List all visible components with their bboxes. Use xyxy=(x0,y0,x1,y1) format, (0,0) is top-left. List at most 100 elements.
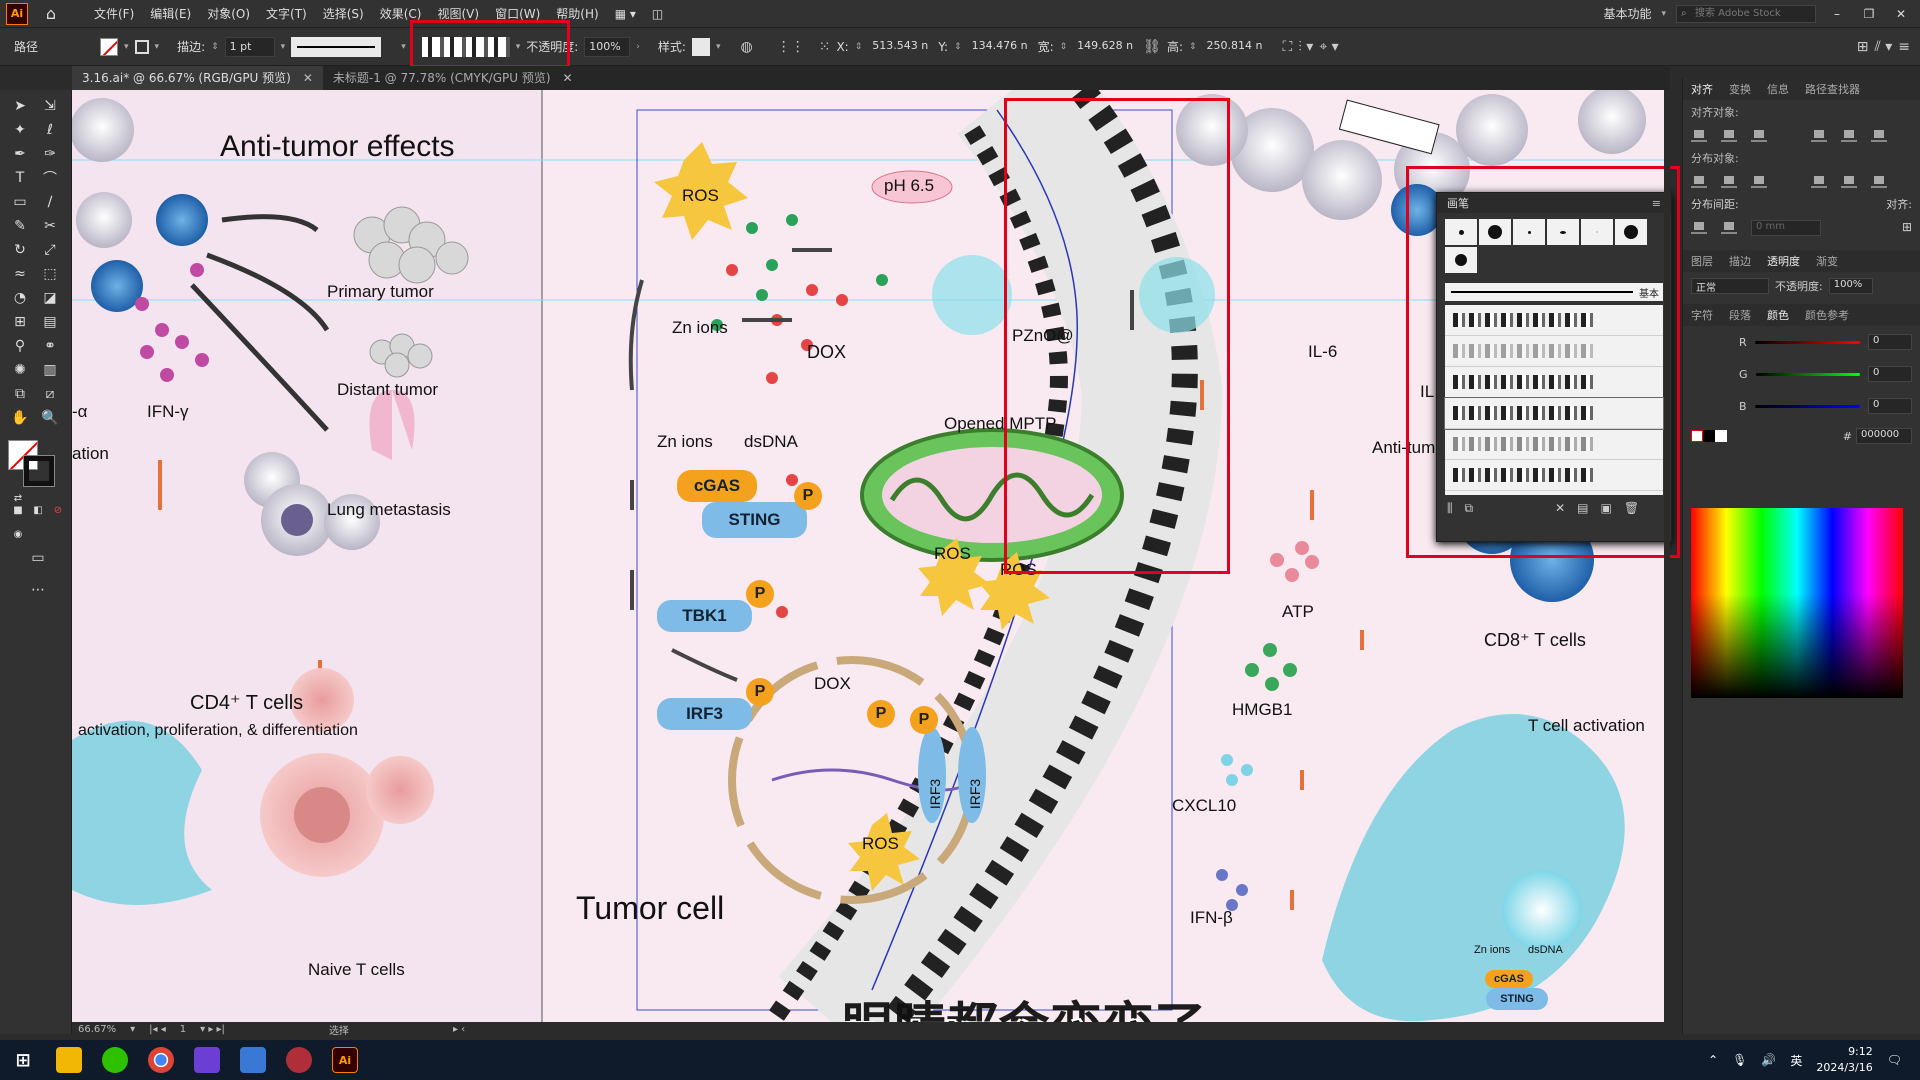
stepper-icon[interactable]: ⇕ xyxy=(954,42,962,52)
stroke-color-swatch[interactable] xyxy=(23,455,55,487)
distribute-right-icon[interactable] xyxy=(1871,174,1887,188)
tab-transform[interactable]: 变换 xyxy=(1721,81,1759,97)
menu-view[interactable]: 视图(V) xyxy=(429,0,487,28)
menu-effect[interactable]: 效果(C) xyxy=(372,0,430,28)
menu-edit[interactable]: 编辑(E) xyxy=(142,0,199,28)
recolor-icon[interactable]: ◍ xyxy=(740,39,752,55)
hex-field[interactable]: 000000 xyxy=(1856,428,1912,444)
distribute-hcenter-icon[interactable] xyxy=(1841,174,1857,188)
g-slider[interactable] xyxy=(1755,372,1860,376)
transform-icon[interactable]: ⛶ xyxy=(1283,39,1293,55)
align-to-dropdown-icon[interactable]: ⊞ xyxy=(1902,220,1912,236)
arrange-documents-icon[interactable]: ▦ ▾ xyxy=(607,0,644,28)
align-center-icon[interactable] xyxy=(1721,128,1737,142)
blend-tool-icon[interactable]: ⚭ xyxy=(40,336,60,356)
brushes-panel-header[interactable]: 画笔 ≡ xyxy=(1437,193,1671,213)
transform-points-icon[interactable]: ⁙ xyxy=(819,39,831,55)
rotate-tool-icon[interactable]: ↻ xyxy=(10,240,30,260)
chevron-up-icon[interactable]: ⌃ xyxy=(1708,1053,1718,1067)
blend-mode-select[interactable]: 正常 xyxy=(1691,278,1769,294)
distribute-left-icon[interactable] xyxy=(1811,174,1827,188)
arc-tool-icon[interactable]: ⌒ xyxy=(40,168,60,188)
remove-stroke-icon[interactable]: ✕ xyxy=(1555,501,1565,516)
brush-swatch[interactable] xyxy=(1547,219,1579,245)
artboard-nav-icon[interactable]: |◂ ◂ xyxy=(149,1024,166,1035)
menu-type[interactable]: 文字(T) xyxy=(258,0,315,28)
menu-window[interactable]: 窗口(W) xyxy=(487,0,548,28)
basic-brush-row[interactable]: 基本 xyxy=(1445,283,1663,301)
tab-color[interactable]: 颜色 xyxy=(1759,307,1797,323)
brush-library-icon[interactable]: ⫼ xyxy=(1447,501,1453,516)
stroke-swatch[interactable] xyxy=(134,39,149,54)
distribute-top-icon[interactable] xyxy=(1691,174,1707,188)
link-icon[interactable]: ⛓ xyxy=(1143,39,1161,55)
tab-pathfinder[interactable]: 路径查找器 xyxy=(1797,81,1868,97)
home-icon[interactable]: ⌂ xyxy=(42,4,60,23)
curvature-tool-icon[interactable]: ✑ xyxy=(40,144,60,164)
white-swatch[interactable] xyxy=(1715,430,1727,442)
brush-swatch[interactable] xyxy=(1479,219,1511,245)
app-icon[interactable] xyxy=(194,1047,220,1073)
panel-options-icon[interactable]: ⫽ ▾ xyxy=(1875,39,1893,55)
brush-row[interactable] xyxy=(1445,305,1663,336)
none-swatch-icon[interactable] xyxy=(1691,430,1703,442)
pen-tool-icon[interactable]: ✒ xyxy=(10,144,30,164)
fill-swatch[interactable] xyxy=(100,37,118,56)
b-field[interactable]: 0 xyxy=(1868,398,1912,414)
chevron-down-icon[interactable]: ▾ xyxy=(155,42,160,52)
gradient-tool-icon[interactable]: ▤ xyxy=(40,312,60,332)
color-mode-icon[interactable]: ■ xyxy=(8,500,28,520)
app-icon[interactable] xyxy=(286,1047,312,1073)
slice-tool-icon[interactable]: ⧄ xyxy=(40,384,60,404)
microphone-icon[interactable]: 🎙 xyxy=(1732,1053,1747,1067)
chevron-down-icon[interactable]: ▾ xyxy=(401,42,406,52)
panel-menu-icon[interactable]: ≡ xyxy=(1652,197,1661,210)
x-field[interactable]: 513.543 n xyxy=(868,37,932,57)
tab-document-1[interactable]: 3.16.ai* @ 66.67% (RGB/GPU 预览) ✕ xyxy=(72,66,323,90)
tab-gradient[interactable]: 渐变 xyxy=(1808,253,1846,269)
chevron-down-icon[interactable]: ▾ xyxy=(130,1024,135,1035)
vertical-spacing-icon[interactable] xyxy=(1691,220,1707,234)
align-right-icon[interactable] xyxy=(1751,128,1767,142)
chevron-down-icon[interactable]: ▾ xyxy=(124,42,129,52)
eyedropper-icon[interactable]: ⚲ xyxy=(10,336,30,356)
menu-object[interactable]: 对象(O) xyxy=(199,0,258,28)
align-middle-icon[interactable] xyxy=(1841,128,1857,142)
scale-tool-icon[interactable]: ⤢ xyxy=(40,240,60,260)
vertical-scrollbar[interactable] xyxy=(1664,90,1670,1022)
stepper-icon[interactable]: ⇕ xyxy=(1189,42,1197,52)
y-field[interactable]: 134.476 n xyxy=(968,37,1032,57)
align-bottom-icon[interactable] xyxy=(1871,128,1887,142)
illustrator-taskbar-icon[interactable]: Ai xyxy=(332,1047,358,1073)
variable-width-profile[interactable] xyxy=(291,36,382,57)
artboard-tool-icon[interactable]: ⧉ xyxy=(10,384,30,404)
new-brush-icon[interactable]: ▣ xyxy=(1601,501,1612,516)
stock-search-input[interactable]: 搜索 Adobe Stock xyxy=(1676,4,1816,23)
wechat-icon[interactable] xyxy=(102,1047,128,1073)
draw-mode-icon[interactable]: ◉ xyxy=(8,524,28,544)
tab-character[interactable]: 字符 xyxy=(1683,307,1721,323)
menu-icon[interactable]: ≡ xyxy=(1898,39,1910,55)
chevron-down-icon[interactable]: ▾ xyxy=(716,42,721,52)
notification-icon[interactable]: 🗨 xyxy=(1887,1053,1902,1067)
volume-icon[interactable]: 🔊 xyxy=(1761,1053,1776,1067)
app-icon[interactable] xyxy=(240,1047,266,1073)
libraries-icon[interactable]: ⧉ xyxy=(1465,501,1474,516)
free-transform-icon[interactable]: ⬚ xyxy=(40,264,60,284)
distribute-vcenter-icon[interactable] xyxy=(1721,174,1737,188)
warp-tool-icon[interactable]: ≈ xyxy=(10,264,30,284)
chevron-down-icon[interactable]: ▾ xyxy=(516,42,521,52)
brush-swatch[interactable] xyxy=(1445,219,1477,245)
arrange-panels-icon[interactable]: ⊞ xyxy=(1857,39,1869,55)
close-icon[interactable]: ✕ xyxy=(1890,7,1912,21)
gradient-mode-icon[interactable]: ◧ xyxy=(28,500,48,520)
tab-document-2[interactable]: 未标题-1 @ 77.78% (CMYK/GPU 预览) ✕ xyxy=(323,66,583,90)
tab-stroke[interactable]: 描边 xyxy=(1721,253,1759,269)
artboard-canvas[interactable]: Anti-tumor effects Primary tumor Distant… xyxy=(72,90,1664,1022)
black-swatch[interactable] xyxy=(1703,430,1715,442)
zoom-field[interactable]: 66.67% xyxy=(78,1024,116,1035)
brush-row[interactable] xyxy=(1445,460,1663,491)
brush-row[interactable] xyxy=(1444,397,1664,430)
chevron-right-icon[interactable]: ▸ ‹ xyxy=(453,1024,465,1035)
opacity-field-panel[interactable]: 100% xyxy=(1828,278,1873,294)
